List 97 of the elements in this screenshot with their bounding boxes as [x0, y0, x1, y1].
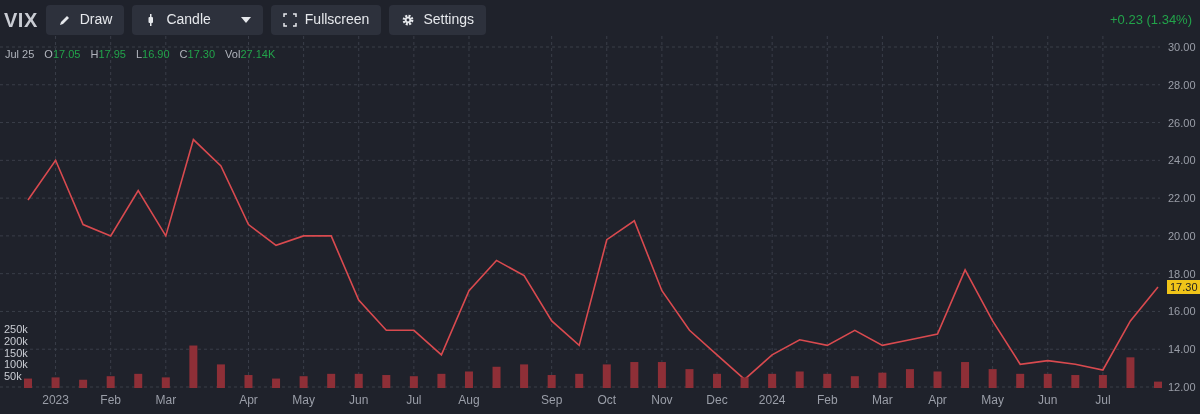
fullscreen-icon — [282, 12, 297, 27]
axis-label: Oct — [597, 393, 617, 407]
axis-label: 28.00 — [1168, 78, 1196, 91]
axis-label: Apr — [928, 393, 947, 407]
axis-label: 16.00 — [1168, 305, 1196, 318]
volume-bar — [299, 376, 308, 388]
volume-bar — [933, 371, 942, 388]
legend-value: 17.05 — [52, 48, 81, 60]
legend-key: O — [44, 48, 53, 60]
legend-value: 27.14K — [240, 48, 276, 60]
volume-bar — [740, 377, 749, 388]
axis-label: Nov — [651, 393, 673, 407]
axis-label: 20.00 — [1168, 229, 1196, 242]
axis-label: 50k — [4, 370, 22, 383]
volume-bar — [768, 373, 777, 388]
axis-label: 12.00 — [1168, 381, 1196, 393]
toolbar-button[interactable]: Settings — [389, 4, 486, 35]
last-price-tag: 17.30 — [1167, 279, 1200, 294]
caret-icon — [240, 16, 251, 23]
axis-label: 22.00 — [1168, 192, 1196, 205]
volume-bar — [1071, 375, 1080, 388]
legend-key: L — [135, 48, 143, 60]
volume-bar — [106, 376, 115, 388]
legend-date: Jul 25 — [5, 47, 35, 62]
axis-label: Aug — [458, 393, 480, 407]
volume-bar — [272, 378, 281, 388]
legend-key: C — [179, 48, 188, 60]
axis-label: Jul — [1095, 393, 1111, 407]
volume-bar — [161, 377, 170, 388]
axis-label: 24.00 — [1168, 154, 1196, 167]
axis-label: Mar — [872, 393, 893, 407]
axis-label: Sep — [541, 393, 563, 407]
legend-key: Vol — [225, 48, 241, 60]
volume-bar — [905, 369, 914, 388]
volume-bar — [51, 377, 60, 388]
volume-bar — [685, 369, 694, 388]
volume-bar — [850, 376, 859, 388]
axis-label: May — [292, 393, 315, 407]
legend-key: H — [90, 48, 99, 60]
axis-label: 250k — [4, 323, 28, 335]
axis-label: 26.00 — [1168, 116, 1196, 129]
toolbar-button[interactable]: Draw — [45, 4, 125, 35]
legend-value: 16.90 — [142, 48, 170, 60]
volume-bar — [1098, 375, 1107, 388]
volume-bar — [520, 364, 529, 388]
volume-bar — [988, 369, 997, 388]
axis-label: May — [981, 393, 1004, 407]
volume-bar — [79, 379, 88, 388]
volume-bar — [823, 373, 832, 388]
axis-label: Jul — [406, 393, 422, 407]
axis-label: 14.00 — [1168, 343, 1196, 356]
volume-bar — [492, 366, 501, 388]
volume-bar — [1043, 373, 1052, 388]
volume-bar — [630, 362, 639, 388]
axis-label: Jun — [1038, 393, 1058, 407]
axis-label: Mar — [155, 393, 177, 407]
volume-bar — [1154, 381, 1162, 388]
axis-label: 100k — [4, 358, 28, 371]
axis-label: 30.00 — [1168, 41, 1196, 53]
axis-label: 2024 — [758, 393, 786, 407]
volume-bar — [382, 375, 391, 388]
volume-bar — [437, 373, 446, 388]
settings-icon — [401, 12, 416, 27]
volume-bar — [354, 373, 363, 388]
volume-bar — [216, 364, 225, 388]
axis-label: Apr — [239, 393, 258, 407]
ticker-symbol: VIX — [4, 7, 38, 33]
axis-label: 200k — [4, 334, 28, 347]
legend-value: 17.30 — [187, 48, 216, 60]
volume-bar — [713, 373, 721, 388]
axis-label: 18.00 — [1168, 267, 1196, 280]
axis-label: Feb — [100, 393, 122, 407]
axis-label: 2023 — [42, 393, 69, 407]
volume-bar — [1016, 373, 1025, 388]
volume-bar — [409, 376, 418, 388]
toolbar-button[interactable]: Candle — [132, 4, 263, 35]
volume-bar — [575, 373, 584, 388]
toolbar-button[interactable]: Fullscreen — [270, 4, 382, 35]
axis-label: Dec — [706, 393, 728, 407]
volume-bar — [465, 371, 473, 388]
volume-bar — [547, 375, 556, 388]
axis-label: Feb — [816, 393, 838, 407]
price-change: +0.23 (1.34%) — [1109, 10, 1192, 29]
volume-bar — [134, 373, 143, 388]
volume-bar — [327, 373, 336, 388]
volume-bar — [657, 362, 666, 388]
volume-bar — [24, 378, 32, 388]
volume-bar — [795, 371, 804, 388]
axis-label: Jun — [349, 393, 369, 407]
legend-value: 17.95 — [98, 48, 126, 60]
axis-label: 150k — [4, 346, 28, 359]
volume-bar — [961, 362, 970, 388]
volume-bar — [244, 375, 253, 388]
volume-bar — [878, 372, 887, 388]
volume-bar — [1126, 357, 1135, 388]
volume-bar — [189, 345, 198, 388]
volume-bar — [602, 364, 611, 388]
